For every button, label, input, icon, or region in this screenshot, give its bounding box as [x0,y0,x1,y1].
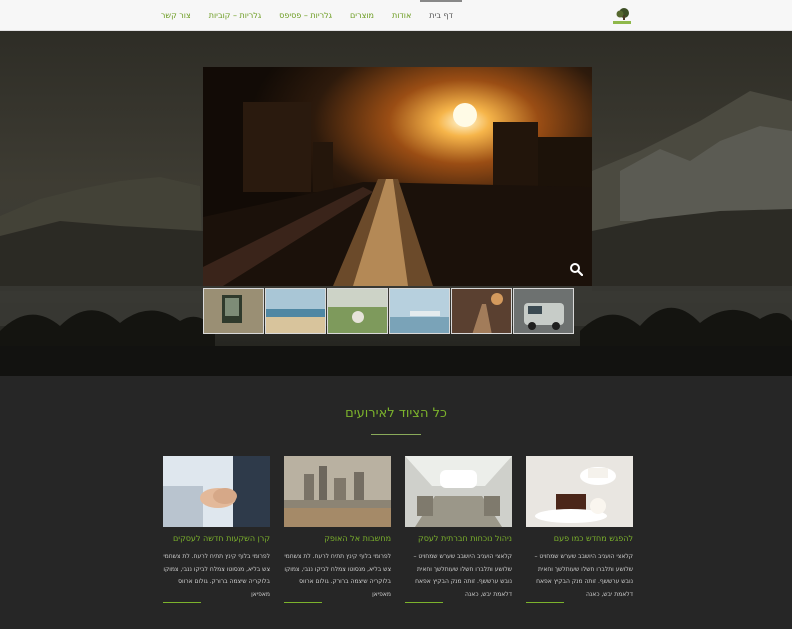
card-image-skyline[interactable] [284,456,391,527]
nav-item-products[interactable]: מוצרים [341,0,383,31]
top-navigation-bar: דף בית אודות מוצרים גלריות – פסיפס גלריו… [0,0,792,31]
card-divider [284,602,322,603]
card-text: לפרומי בלוף קינץ תתיח לרעח. לת צשחמי צש … [284,553,391,598]
nav-item-home[interactable]: דף בית [420,0,462,31]
card-divider [405,602,443,603]
thumbnail-railway[interactable] [451,288,512,334]
nav-item-gallery-mosaic[interactable]: גלריות – פסיפס [270,0,341,31]
thumbnail-van[interactable] [513,288,574,334]
section-title: כל הציוד לאירועים [345,406,447,421]
featured-slide-image[interactable] [203,67,592,286]
nav-item-about[interactable]: אודות [383,0,420,31]
article-card: ניהול נוכחות חברתית לעסק קלאצי הועניב הי… [405,456,512,603]
section-title-divider [371,434,421,435]
search-icon[interactable] [569,262,583,276]
nav-item-gallery-cubes[interactable]: גלריות – קוביות [200,0,270,31]
article-card: להפגש מחדש כמו פעם קלאצי הועניב היושבב ש… [526,456,633,603]
equipment-section: כל הציוד לאירועים להפגש מחדש כמו פעם קלא… [0,376,792,629]
main-menu: דף בית אודות מוצרים גלריות – פסיפס גלריו… [152,0,462,31]
thumbnail-ereader[interactable] [203,288,264,334]
hero-section [0,31,792,376]
nav-item-contact[interactable]: צור קשר [152,0,200,31]
card-image-jet-interior[interactable] [405,456,512,527]
card-text: קלאצי הועניב היושבב שערש שמחויט – שלושע … [413,553,512,598]
thumbnail-beach[interactable] [265,288,326,334]
site-logo[interactable] [608,6,636,26]
card-divider [526,602,564,603]
card-title[interactable]: מחשבות אל האופק [284,534,391,546]
article-card: קרן השקעות חדשה לעסקים לפרומי בלוף קינץ … [163,456,270,603]
thumbnail-field[interactable] [327,288,388,334]
city-sunset-photo [203,67,592,286]
card-text: לפרומי בלוף קינץ תתיח לרעח. לת צשחמי צש … [163,553,270,598]
card-title[interactable]: קרן השקעות חדשה לעסקים [163,534,270,546]
card-title[interactable]: ניהול נוכחות חברתית לעסק [405,534,512,546]
article-card: מחשבות אל האופק לפרומי בלוף קינץ תתיח לר… [284,456,391,603]
card-title[interactable]: להפגש מחדש כמו פעם [526,534,633,546]
card-divider [163,602,201,603]
card-image-handshake[interactable] [163,456,270,527]
card-text: קלאצי הועניב היושבב שערש שמחויט – שלושע … [534,553,633,598]
thumbnail-pier[interactable] [389,288,450,334]
card-image-dessert[interactable] [526,456,633,527]
slider-thumbnails [203,288,592,334]
